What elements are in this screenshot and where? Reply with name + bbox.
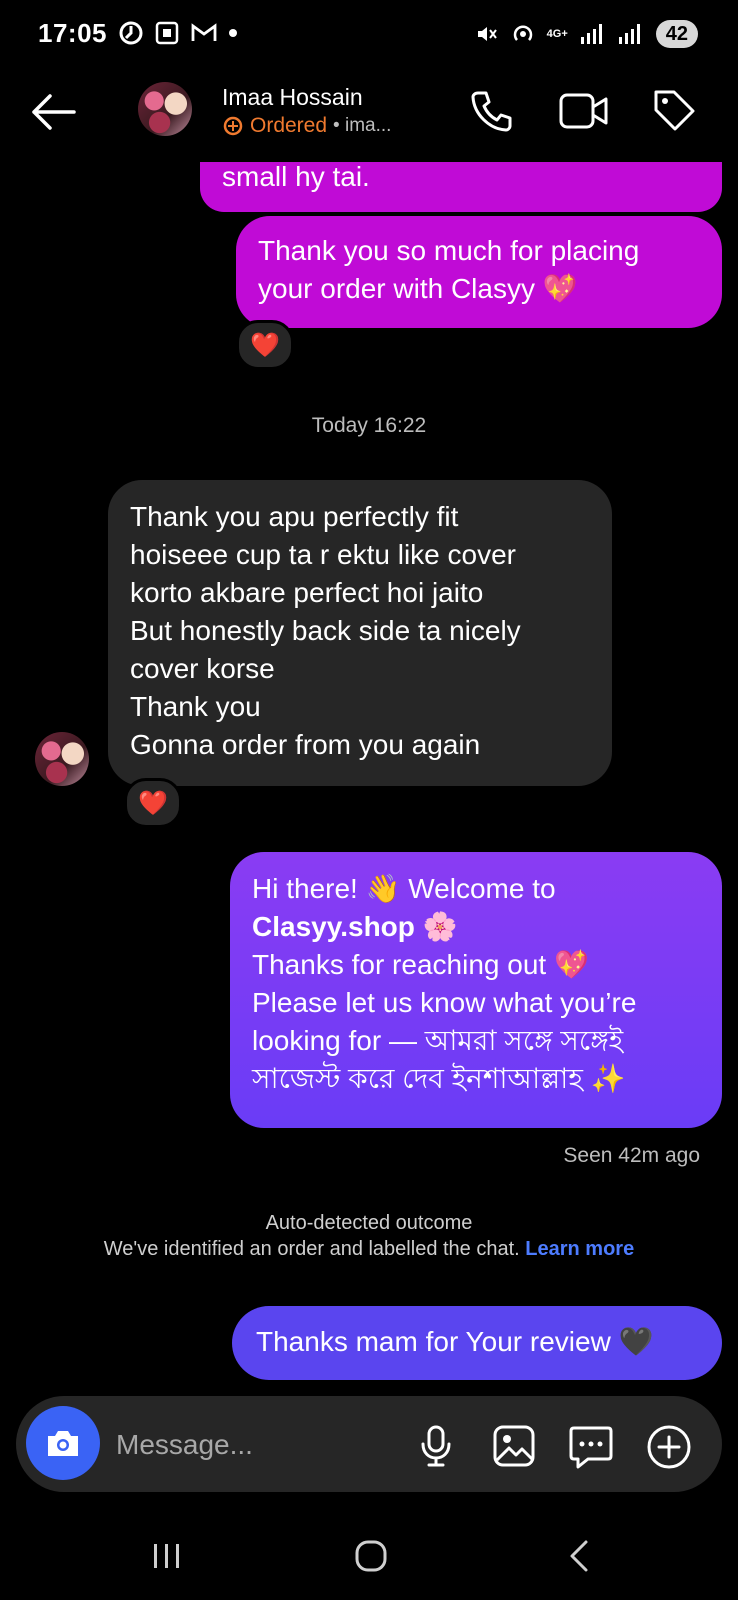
message-line: But honestly back side ta nicely (130, 615, 521, 646)
reaction-heart[interactable]: ❤️ (236, 320, 294, 370)
mute-icon (477, 27, 497, 41)
signal-icon (580, 24, 602, 44)
message-input[interactable] (114, 1418, 398, 1472)
message-line: Clasyy.shop 🌸 (252, 908, 700, 946)
hotspot-icon (513, 25, 532, 41)
message-text: small hy tai. (222, 161, 370, 192)
auto-detected-title: Auto-detected outcome (265, 1212, 473, 1234)
auto-detected-text: We've identified an order and labelled t… (103, 1238, 520, 1260)
message-line: Please let us know what you’re (252, 987, 637, 1018)
order-status-label: Ordered (250, 114, 328, 137)
recent-apps-button[interactable] (140, 1532, 194, 1580)
gmail-icon (191, 23, 217, 41)
home-button[interactable] (344, 1532, 398, 1580)
signal-icon-2 (618, 24, 640, 44)
sync-icon (119, 21, 143, 45)
heart-icon: ❤️ (250, 331, 280, 359)
camera-icon (48, 1431, 78, 1456)
microphone-icon[interactable] (418, 1424, 454, 1468)
incoming-message[interactable]: Thank you apu perfectly fit hoiseee cup … (108, 480, 612, 786)
phone-icon[interactable] (468, 87, 516, 135)
outgoing-welcome-message[interactable]: Hi there! 👋 Welcome to Clasyy.shop 🌸 Tha… (230, 852, 722, 1128)
tag-icon[interactable] (650, 86, 698, 134)
plus-circle-icon[interactable] (646, 1424, 692, 1470)
image-icon[interactable] (492, 1424, 536, 1468)
message-text: Thank you so much for placing your order… (258, 235, 640, 304)
status-notification-icons (118, 20, 238, 46)
seen-receipt: Seen 42m ago (563, 1144, 700, 1167)
auto-detected-body: We've identified an order and labelled t… (0, 1238, 738, 1261)
camera-button[interactable] (26, 1406, 100, 1480)
contact-handle: • ima... (333, 115, 392, 136)
contact-subtitle: Ordered • ima... (222, 114, 391, 138)
message-line: Hi there! 👋 Welcome to (252, 873, 556, 904)
arrow-left-icon[interactable] (30, 92, 76, 132)
status-system-icons: 4G+ 42 (475, 20, 698, 48)
dot-icon (229, 29, 237, 37)
message-line: সাজেস্ট করে দেব ইনশাআল্লাহ ✨ (252, 1063, 626, 1094)
message-line: Gonna order from you again (130, 729, 481, 760)
brand-name: Clasyy.shop (252, 911, 415, 942)
message-line: Thanks for reaching out 💖 (252, 949, 589, 980)
sender-avatar[interactable] (35, 732, 89, 786)
message-line: looking for — আমরা সঙ্গে সঙ্গেই (252, 1025, 624, 1056)
contact-avatar[interactable] (138, 82, 192, 136)
outgoing-message-latest[interactable]: Thanks mam for Your review 🖤 (232, 1306, 722, 1380)
learn-more-link[interactable]: Learn more (525, 1238, 634, 1260)
message-line: korto akbare perfect hoi jaito (130, 577, 484, 608)
message-text: Thanks mam for Your review 🖤 (256, 1326, 654, 1357)
reaction-heart[interactable]: ❤️ (124, 778, 182, 828)
battery-indicator: 42 (655, 20, 698, 48)
back-chevron-icon (570, 1540, 588, 1572)
message-line: cover korse (130, 653, 275, 684)
network-type: 4G+ (546, 28, 568, 40)
heart-icon: ❤️ (138, 789, 168, 817)
sticker-chat-icon[interactable] (568, 1424, 614, 1470)
outgoing-message[interactable]: Thank you so much for placing your order… (236, 216, 722, 328)
order-badge-icon (223, 116, 243, 136)
message-line: Thank you apu perfectly fit (130, 501, 459, 532)
screenshot-icon (155, 21, 179, 45)
flower-emoji: 🌸 (422, 911, 458, 942)
status-time: 17:05 (38, 18, 107, 48)
chat-header (0, 62, 738, 162)
recent-apps-icon (154, 1544, 179, 1568)
contact-name[interactable]: Imaa Hossain (222, 84, 363, 111)
message-timestamp: Today 16:22 (311, 414, 427, 437)
home-icon (355, 1540, 387, 1572)
video-camera-icon[interactable] (558, 90, 610, 132)
message-line: hoiseee cup ta r ektu like cover (130, 539, 516, 570)
message-line: Thank you (130, 691, 261, 722)
back-button[interactable] (552, 1532, 606, 1580)
